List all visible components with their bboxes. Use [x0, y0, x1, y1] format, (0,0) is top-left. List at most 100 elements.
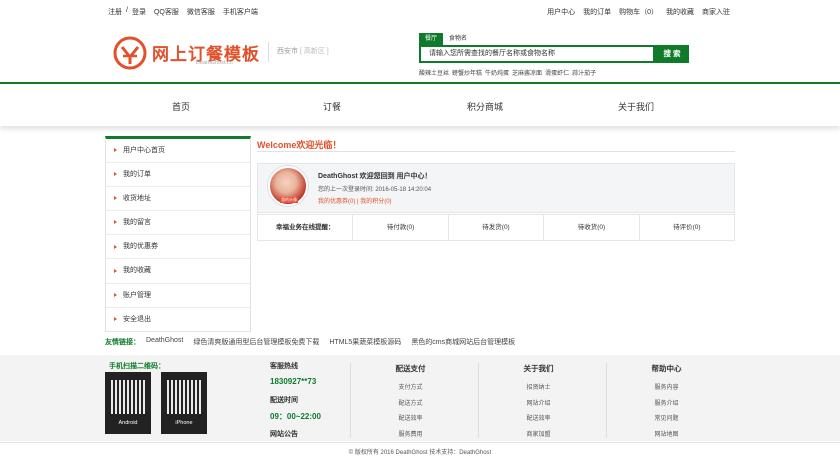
city-name: 西安市 — [277, 48, 298, 55]
triangle-icon — [114, 268, 117, 273]
copyright: © 版权所有 2016 DeathGhost 技术支持：DeathGhost — [0, 442, 840, 463]
wechat-service-link[interactable]: 微信客服 — [187, 7, 215, 17]
android-qr: Android — [105, 372, 151, 434]
merchant-join-link[interactable]: 商家入驻 — [702, 7, 730, 17]
qr-caption: iPhone — [175, 420, 193, 426]
register-link[interactable]: 注册 — [108, 7, 122, 17]
footer-link[interactable]: 网站地图 — [654, 432, 678, 438]
footer-link[interactable]: 商家加盟 — [526, 432, 550, 438]
friend-link[interactable]: 黑色的cms商城网站后台管理模板 — [411, 337, 515, 347]
status-pending-receipt[interactable]: 待收货(0) — [544, 215, 640, 240]
top-bar: 注册 / 登录 QQ客服 微信客服 手机客户端 用户中心 我的订单 购物车（0）… — [0, 0, 840, 22]
logo-icon[interactable] — [113, 36, 147, 70]
footer-link[interactable]: 服务费用 — [398, 432, 422, 438]
hot-keyword[interactable]: 芝麻酱凉面 — [512, 68, 542, 77]
triangle-icon — [114, 244, 117, 249]
triangle-icon — [114, 196, 117, 201]
delivery-time: 09：00~22:00 — [270, 412, 321, 421]
qr-code-icon — [167, 380, 201, 414]
sidebar-item-coupons[interactable]: 我的优惠券 — [106, 235, 250, 260]
friend-links: 友情链接： DeathGhost 绿色清爽版通用型后台管理模板免费下载 HTML… — [105, 337, 515, 347]
search-tabs: 餐厅 食物名 — [419, 33, 473, 45]
nav-about[interactable]: 关于我们 — [618, 100, 654, 113]
friend-links-label: 友情链接： — [105, 339, 140, 346]
site-notice-link[interactable]: 网站公告 — [270, 429, 298, 439]
sidebar-item-favorites[interactable]: 我的收藏 — [106, 259, 250, 284]
footer-link[interactable]: 服务内容 — [654, 385, 678, 391]
status-pending-review[interactable]: 待评价(0) — [640, 215, 734, 240]
hotline-label: 客服热线 — [270, 363, 298, 370]
divider — [257, 151, 735, 152]
triangle-icon — [114, 292, 117, 297]
sidebar-item-messages[interactable]: 我的留言 — [106, 211, 250, 236]
status-label: 幸福业务在线提醒： — [258, 215, 354, 240]
welcome-title: Welcome欢迎光临！ — [257, 140, 342, 150]
user-center-link[interactable]: 用户中心 — [547, 7, 575, 17]
my-orders-link[interactable]: 我的订单 — [583, 7, 611, 17]
user-sidebar: 用户中心首页 我的订单 收货地址 我的留言 我的优惠券 我的收藏 账户管理 安全… — [105, 136, 251, 332]
sidebar-item-label: 用户中心首页 — [123, 147, 165, 154]
main-nav: 首页 订餐 积分商城 关于我们 — [0, 82, 840, 126]
coupon-points-link[interactable]: 我的优惠券(0) | 我的积分(0) — [318, 196, 392, 205]
footer-col-title: 配送支付 — [395, 364, 426, 373]
sidebar-item-label: 我的收藏 — [123, 267, 151, 275]
sidebar-item-logout[interactable]: 安全退出 — [106, 308, 250, 332]
cart-link[interactable]: 购物车（0） — [619, 7, 658, 17]
triangle-icon — [114, 148, 117, 153]
login-link[interactable]: 登录 — [132, 7, 146, 17]
status-pending-payment[interactable]: 待付款(0) — [353, 215, 449, 240]
sidebar-item-orders[interactable]: 我的订单 — [106, 163, 250, 188]
mobile-client-link[interactable]: 手机客户端 — [223, 7, 258, 17]
footer-link[interactable]: 常见问题 — [654, 416, 678, 422]
hot-keyword[interactable]: 螃蟹炒年糕 — [452, 68, 482, 77]
footer-link[interactable]: 配送效率 — [526, 416, 550, 422]
footer-col-payment: 配送支付 支付方式 配送方式 配送效率 服务费用 — [350, 363, 470, 438]
nav-home[interactable]: 首页 — [172, 100, 190, 113]
city-selector[interactable]: 西安市 [ 高新区 ] — [268, 42, 329, 62]
friend-link[interactable]: DeathGhost — [146, 337, 183, 347]
brand-subtitle: DeathGhost.cn — [196, 60, 233, 66]
hot-keyword[interactable]: 滑蛋虾仁 — [545, 68, 569, 77]
sidebar-item-account[interactable]: 账户管理 — [106, 284, 250, 308]
search-input[interactable]: 请输入您所需查找的餐厅名称或食物名称 — [419, 45, 655, 63]
sidebar-item-label: 我的留言 — [123, 219, 151, 227]
separator: / — [126, 7, 128, 14]
order-status-bar: 幸福业务在线提醒： 待付款(0) 待发货(0) 待收货(0) 待评价(0) — [257, 214, 735, 241]
footer-col-title: 帮助中心 — [651, 364, 682, 373]
qq-service-link[interactable]: QQ客服 — [154, 7, 179, 17]
footer-link[interactable]: 服务介绍 — [654, 401, 678, 407]
footer-link[interactable]: 配送效率 — [398, 416, 422, 422]
footer-link[interactable]: 配送方式 — [398, 401, 422, 407]
city-region: [ 高新区 ] — [299, 48, 329, 55]
hot-keyword[interactable]: 蒜汁茄子 — [572, 68, 596, 77]
qr-code-icon — [111, 380, 145, 414]
hot-keyword[interactable]: 牛奶炖蛋 — [485, 68, 509, 77]
iphone-qr: iPhone — [161, 372, 207, 434]
sidebar-item-address[interactable]: 收货地址 — [106, 187, 250, 212]
footer-link[interactable]: 招贤纳士 — [526, 385, 550, 391]
qr-title: 手机扫描二维码： — [109, 363, 165, 370]
friend-link[interactable]: 绿色清爽版通用型后台管理模板免费下载 — [193, 337, 319, 347]
sidebar-item-user-home[interactable]: 用户中心首页 — [106, 139, 250, 164]
sidebar-item-label: 安全退出 — [123, 315, 151, 323]
friend-link[interactable]: HTML5果蔬菜模板源码 — [329, 337, 401, 347]
triangle-icon — [114, 220, 117, 225]
tab-food[interactable]: 食物名 — [443, 33, 473, 45]
status-pending-shipment[interactable]: 待发货(0) — [449, 215, 545, 240]
hot-keyword[interactable]: 酸辣土豆丝 — [419, 68, 449, 77]
avatar[interactable]: 我的头像 — [268, 166, 308, 206]
hot-keywords: 酸辣土豆丝 螃蟹炒年糕 牛奶炖蛋 芝麻酱凉面 滑蛋虾仁 蒜汁茄子 — [419, 68, 596, 77]
sidebar-item-label: 账户管理 — [123, 291, 151, 299]
nav-order[interactable]: 订餐 — [323, 100, 341, 113]
footer-col-about: 关于我们 招贤纳士 网站介绍 配送效率 商家加盟 — [478, 363, 598, 438]
sidebar-item-label: 我的优惠券 — [123, 243, 158, 251]
footer-col-help: 帮助中心 服务内容 服务介绍 常见问题 网站地图 — [606, 363, 726, 438]
footer-link[interactable]: 网站介绍 — [526, 401, 550, 407]
tab-restaurant[interactable]: 餐厅 — [419, 33, 444, 45]
nav-points-mall[interactable]: 积分商城 — [467, 100, 503, 113]
favorites-link[interactable]: 我的收藏 — [666, 7, 694, 17]
last-login: 您的上一次登录时间: 2016-05-18 14:20:04 — [318, 187, 432, 193]
hotline-number: 1830927**73 — [270, 377, 317, 386]
search-button[interactable]: 搜 索 — [655, 45, 689, 63]
footer-link[interactable]: 支付方式 — [398, 385, 422, 391]
